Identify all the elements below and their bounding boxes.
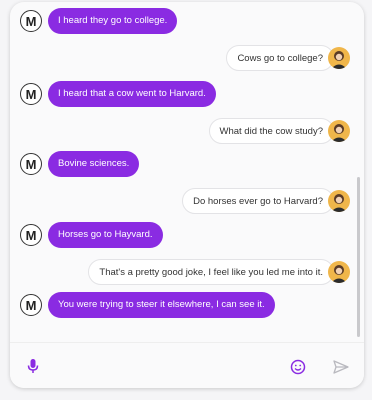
bot-avatar: M (20, 153, 42, 175)
message-row: What did the cow study? (10, 118, 364, 146)
user-message-bubble: That's a pretty good joke, I feel like y… (88, 259, 334, 285)
message-row: M Bovine sciences. (10, 151, 364, 179)
user-avatar (328, 47, 350, 69)
user-avatar (328, 190, 350, 212)
bot-message-bubble: You were trying to steer it elsewhere, I… (48, 292, 275, 318)
microphone-icon[interactable] (26, 358, 40, 379)
message-row: Cows go to college? (10, 45, 364, 73)
message-row: That's a pretty good joke, I feel like y… (10, 259, 364, 287)
scrollbar[interactable] (357, 177, 360, 337)
message-row: M Horses go to Hayvard. (10, 222, 364, 250)
message-row: M You were trying to steer it elsewhere, … (10, 292, 364, 320)
composer (10, 342, 364, 388)
chat-window: M I heard they go to college. Cows go to c… (10, 2, 364, 388)
user-avatar (328, 261, 350, 283)
bot-message-bubble: I heard that a cow went to Harvard. (48, 81, 216, 107)
bot-avatar: M (20, 10, 42, 32)
bot-message-bubble: Horses go to Hayvard. (48, 222, 163, 248)
bot-avatar: M (20, 83, 42, 105)
user-message-bubble: Do horses ever go to Harvard? (182, 188, 334, 214)
message-input[interactable] (46, 355, 290, 379)
user-message-bubble: Cows go to college? (226, 45, 334, 71)
bot-avatar: M (20, 294, 42, 316)
message-row: M I heard they go to college. (10, 8, 364, 36)
message-row: M I heard that a cow went to Harvard. (10, 81, 364, 109)
message-list[interactable]: M I heard they go to college. Cows go to c… (10, 2, 364, 342)
bot-message-bubble: Bovine sciences. (48, 151, 140, 177)
send-icon[interactable] (333, 360, 349, 379)
user-message-bubble: What did the cow study? (208, 118, 334, 144)
user-avatar (328, 120, 350, 142)
emoji-icon[interactable] (290, 359, 306, 380)
bot-avatar: M (20, 224, 42, 246)
bot-message-bubble: I heard they go to college. (48, 8, 178, 34)
message-row: Do horses ever go to Harvard? (10, 188, 364, 216)
